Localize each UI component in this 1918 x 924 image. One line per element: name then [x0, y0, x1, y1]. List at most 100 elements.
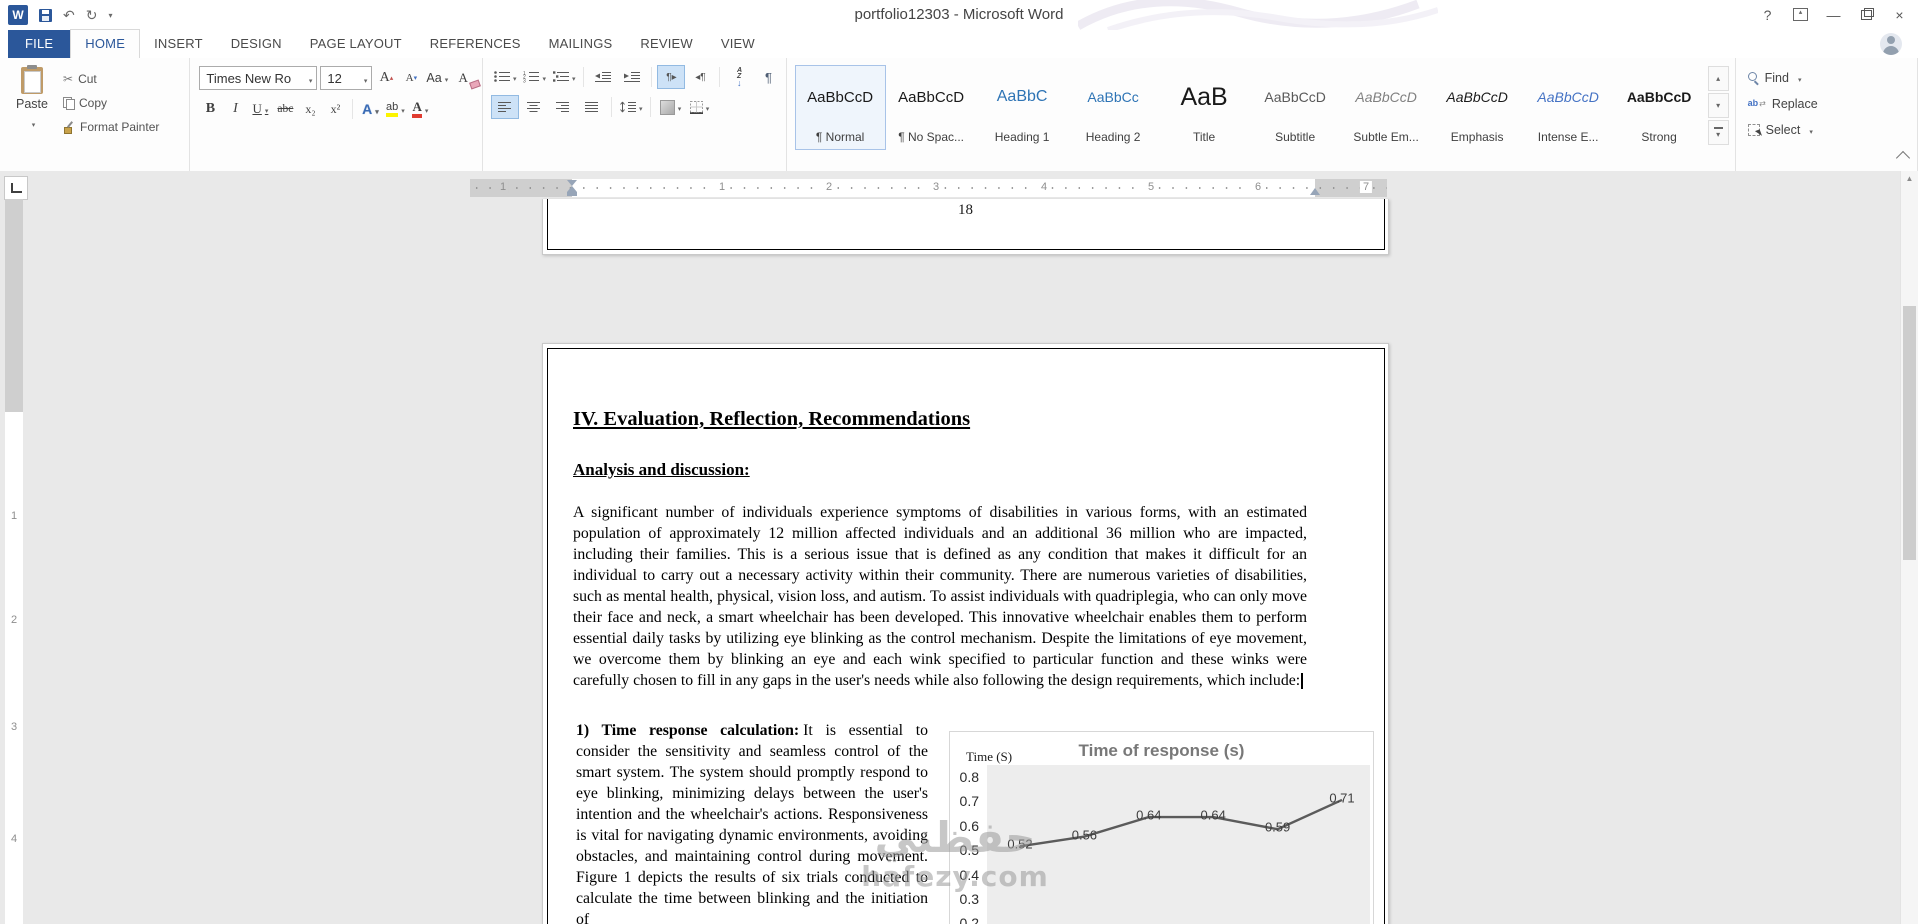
- font-name-dropdown-icon[interactable]: [306, 71, 313, 86]
- tab-mailings[interactable]: MAILINGS: [535, 30, 627, 58]
- select-dropdown-icon[interactable]: [1806, 123, 1813, 137]
- tab-view[interactable]: VIEW: [707, 30, 769, 58]
- qat-customize-icon[interactable]: ▾: [108, 11, 112, 20]
- tab-page-layout[interactable]: PAGE LAYOUT: [296, 30, 416, 58]
- styles-scroll-up-button[interactable]: ▴: [1707, 66, 1729, 91]
- chart[interactable]: Time (S) Time of response (s) 0.8 0.7 0.6 0…: [949, 731, 1374, 924]
- underline-button[interactable]: U: [249, 98, 271, 120]
- superscript-button[interactable]: x²: [324, 98, 346, 120]
- copy-button[interactable]: Copy: [63, 93, 159, 112]
- save-icon[interactable]: [39, 8, 52, 22]
- help-button[interactable]: ?: [1751, 0, 1784, 29]
- list-item-paragraph[interactable]: 1) Time response calculation: It is essen…: [576, 720, 928, 924]
- minimize-button[interactable]: —: [1817, 0, 1850, 29]
- font-color-dropdown-icon[interactable]: [422, 100, 429, 118]
- decrease-indent-button[interactable]: [590, 66, 616, 88]
- borders-dropdown-icon[interactable]: [703, 98, 710, 116]
- borders-button[interactable]: [686, 96, 712, 118]
- section-heading[interactable]: IV. Evaluation, Reflection, Recommendati…: [573, 408, 970, 431]
- style-normal[interactable]: AaBbCcD ¶ Normal: [794, 65, 886, 150]
- vertical-ruler[interactable]: 1 2 3 4: [5, 199, 23, 924]
- shrink-font-button[interactable]: A: [400, 67, 422, 89]
- find-button[interactable]: Find: [1747, 68, 1911, 87]
- style-intense-emphasis[interactable]: AaBbCcD Intense E...: [1523, 65, 1614, 150]
- scrollbar-thumb[interactable]: [1903, 306, 1916, 560]
- increase-indent-button[interactable]: [619, 66, 645, 88]
- format-painter-button[interactable]: Format Painter: [63, 117, 159, 136]
- font-color-button[interactable]: A: [409, 98, 431, 120]
- font-size-combobox[interactable]: 12: [320, 66, 373, 90]
- tab-insert[interactable]: INSERT: [140, 30, 217, 58]
- subscript-button[interactable]: x₂: [299, 98, 321, 120]
- page-2[interactable]: IV. Evaluation, Reflection, Recommendati…: [542, 343, 1389, 924]
- horizontal-ruler[interactable]: 1 1 2 3 4 5 6 7: [470, 179, 1387, 197]
- tab-home[interactable]: HOME: [70, 29, 141, 58]
- bold-button[interactable]: B: [199, 98, 221, 120]
- numbering-dropdown-icon[interactable]: [539, 68, 546, 86]
- clear-formatting-button[interactable]: A: [452, 67, 474, 89]
- font-name-combobox[interactable]: Times New Ro: [199, 66, 318, 90]
- sort-button[interactable]: AZ: [726, 66, 752, 88]
- ribbon-display-options-button[interactable]: ▴: [1784, 0, 1817, 29]
- tab-design[interactable]: DESIGN: [217, 30, 296, 58]
- paste-dropdown-icon[interactable]: [29, 114, 36, 132]
- tab-stop-selector[interactable]: [4, 176, 28, 200]
- right-to-left-button[interactable]: ◂¶: [687, 66, 713, 88]
- replace-button[interactable]: ab Replace: [1748, 94, 1911, 113]
- style-no-spacing[interactable]: AaBbCcD ¶ No Spac...: [886, 65, 977, 150]
- style-subtitle[interactable]: AaBbCcD Subtitle: [1250, 65, 1341, 150]
- left-to-right-button[interactable]: ¶▸: [657, 65, 686, 89]
- subsection-heading[interactable]: Analysis and discussion:: [573, 460, 750, 480]
- underline-dropdown-icon[interactable]: [262, 101, 269, 117]
- find-dropdown-icon[interactable]: [1795, 71, 1802, 85]
- left-indent-marker[interactable]: [567, 192, 577, 196]
- multilevel-list-button[interactable]: [551, 66, 578, 88]
- vertical-scrollbar[interactable]: ▲: [1900, 171, 1918, 924]
- align-right-button[interactable]: [550, 96, 576, 118]
- text-effects-button[interactable]: A: [359, 98, 381, 120]
- tab-review[interactable]: REVIEW: [626, 30, 706, 58]
- user-avatar[interactable]: [1880, 33, 1902, 55]
- tab-references[interactable]: REFERENCES: [416, 30, 535, 58]
- multilevel-dropdown-icon[interactable]: [569, 68, 576, 86]
- paste-button[interactable]: Paste: [9, 65, 55, 178]
- restore-button[interactable]: [1850, 0, 1883, 29]
- close-button[interactable]: ×: [1883, 0, 1916, 29]
- bullets-button[interactable]: [492, 66, 519, 88]
- change-case-button[interactable]: Aa: [425, 67, 449, 89]
- scroll-up-icon[interactable]: ▲: [1901, 174, 1918, 183]
- bullets-dropdown-icon[interactable]: [510, 68, 517, 86]
- undo-icon[interactable]: ↶: [63, 8, 75, 22]
- style-heading-1[interactable]: AaBbC Heading 1: [977, 65, 1068, 150]
- cut-button[interactable]: ✂ Cut: [63, 69, 159, 88]
- styles-scroll-down-button[interactable]: ▾: [1707, 93, 1729, 118]
- grow-font-button[interactable]: A: [375, 67, 397, 89]
- font-size-dropdown-icon[interactable]: [361, 71, 368, 86]
- style-title[interactable]: AaB Title: [1159, 65, 1250, 150]
- right-indent-marker[interactable]: [1310, 188, 1320, 195]
- style-subtle-emphasis[interactable]: AaBbCcD Subtle Em...: [1341, 65, 1432, 150]
- shading-button[interactable]: [657, 96, 683, 118]
- show-formatting-marks-button[interactable]: ¶: [755, 66, 781, 88]
- body-paragraph[interactable]: A significant number of individuals expe…: [573, 502, 1307, 691]
- tab-file[interactable]: FILE: [8, 30, 71, 58]
- line-spacing-dropdown-icon[interactable]: [636, 98, 643, 116]
- numbering-button[interactable]: 123: [521, 66, 548, 88]
- justify-button[interactable]: [579, 96, 605, 118]
- strikethrough-button[interactable]: abc: [274, 98, 296, 120]
- page-1[interactable]: 18: [542, 199, 1389, 255]
- shading-dropdown-icon[interactable]: [675, 98, 682, 116]
- styles-more-button[interactable]: ▾: [1707, 120, 1729, 145]
- align-left-button[interactable]: [490, 95, 519, 119]
- style-heading-2[interactable]: AaBbCc Heading 2: [1068, 65, 1159, 150]
- line-spacing-button[interactable]: [618, 96, 645, 118]
- word-logo-icon[interactable]: W: [8, 5, 28, 25]
- redo-icon[interactable]: ↻: [86, 8, 98, 22]
- style-emphasis[interactable]: AaBbCcD Emphasis: [1432, 65, 1523, 150]
- align-center-button[interactable]: [521, 96, 547, 118]
- italic-button[interactable]: I: [224, 98, 246, 120]
- highlight-dropdown-icon[interactable]: [398, 100, 405, 118]
- text-highlight-button[interactable]: ab: [384, 98, 406, 120]
- select-button[interactable]: Select: [1747, 120, 1911, 139]
- style-strong[interactable]: AaBbCcD Strong: [1614, 65, 1705, 150]
